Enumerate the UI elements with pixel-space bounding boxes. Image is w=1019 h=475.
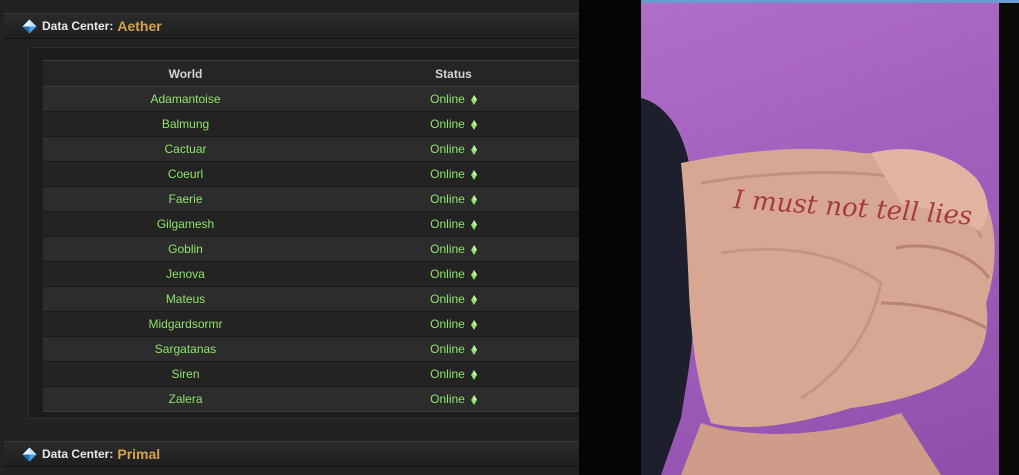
world-status: Online — [328, 86, 579, 112]
world-status: Online — [328, 161, 579, 187]
status-badge: Online — [430, 242, 477, 256]
status-badge: Online — [430, 192, 477, 206]
status-badge: Online — [430, 167, 477, 181]
table-row: Coeurl Online — [43, 161, 579, 187]
status-badge: Online — [430, 317, 477, 331]
status-text: Online — [430, 392, 465, 406]
status-badge: Online — [430, 292, 477, 306]
status-text: Online — [430, 192, 465, 206]
table-row: Cactuar Online — [43, 136, 579, 162]
green-diamond-icon — [470, 219, 477, 230]
table-row: Mateus Online — [43, 286, 579, 312]
table-row: Siren Online — [43, 361, 579, 387]
status-text: Online — [430, 92, 465, 106]
green-diamond-icon — [470, 319, 477, 330]
data-center-label: Data Center: — [42, 19, 114, 33]
world-status: Online — [328, 386, 579, 412]
column-header-world: World — [43, 60, 328, 87]
data-center-name: Primal — [117, 446, 161, 462]
status-badge: Online — [430, 217, 477, 231]
status-text: Online — [430, 292, 465, 306]
table-row: Faerie Online — [43, 186, 579, 212]
world-status: Online — [328, 286, 579, 312]
blue-crystal-icon — [22, 447, 37, 462]
green-diamond-icon — [470, 244, 477, 255]
table-row: Zalera Online — [43, 386, 579, 412]
world-status: Online — [328, 236, 579, 262]
green-diamond-icon — [470, 144, 477, 155]
table-row: Gilgamesh Online — [43, 211, 579, 237]
photo-panel: I must not tell lies — [579, 0, 1019, 475]
green-diamond-icon — [470, 344, 477, 355]
green-diamond-icon — [470, 119, 477, 130]
status-badge: Online — [430, 267, 477, 281]
world-status: Online — [328, 111, 579, 137]
table-row: Sargatanas Online — [43, 336, 579, 362]
world-name[interactable]: Goblin — [43, 236, 328, 262]
status-text: Online — [430, 317, 465, 331]
status-text: Online — [430, 267, 465, 281]
world-name[interactable]: Jenova — [43, 261, 328, 287]
blue-crystal-icon — [22, 19, 37, 34]
table-row: Goblin Online — [43, 236, 579, 262]
green-diamond-icon — [470, 194, 477, 205]
green-diamond-icon — [470, 269, 477, 280]
green-diamond-icon — [470, 394, 477, 405]
green-diamond-icon — [470, 169, 477, 180]
server-status-panel: Data Center: Aether World Status Adamant… — [0, 0, 579, 475]
hand-photo: I must not tell lies — [641, 3, 999, 475]
world-status: Online — [328, 311, 579, 337]
data-center-label: Data Center: — [42, 447, 114, 461]
table-row: Adamantoise Online — [43, 86, 579, 112]
world-status: Online — [328, 361, 579, 387]
status-badge: Online — [430, 142, 477, 156]
world-status: Online — [328, 186, 579, 212]
photo-right-border — [999, 3, 1019, 475]
status-text: Online — [430, 242, 465, 256]
world-name[interactable]: Mateus — [43, 286, 328, 312]
table-row: Midgardsormr Online — [43, 311, 579, 337]
column-header-status: Status — [328, 60, 579, 87]
status-badge: Online — [430, 392, 477, 406]
status-text: Online — [430, 342, 465, 356]
status-badge: Online — [430, 342, 477, 356]
green-diamond-icon — [470, 369, 477, 380]
world-name[interactable]: Faerie — [43, 186, 328, 212]
table-header-row: World Status — [43, 60, 579, 87]
status-text: Online — [430, 167, 465, 181]
world-name[interactable]: Cactuar — [43, 136, 328, 162]
data-center-header-primal[interactable]: Data Center: Primal — [4, 441, 579, 467]
world-status-table: World Status Adamantoise Online Balmung Onl… — [43, 60, 579, 412]
world-name[interactable]: Coeurl — [43, 161, 328, 187]
status-text: Online — [430, 367, 465, 381]
table-row: Jenova Online — [43, 261, 579, 287]
green-diamond-icon — [470, 94, 477, 105]
world-name[interactable]: Sargatanas — [43, 336, 328, 362]
world-status: Online — [328, 261, 579, 287]
data-center-name: Aether — [117, 18, 162, 34]
world-status: Online — [328, 336, 579, 362]
world-name[interactable]: Zalera — [43, 386, 328, 412]
status-text: Online — [430, 217, 465, 231]
status-text: Online — [430, 142, 465, 156]
world-status: Online — [328, 211, 579, 237]
table-row: Balmung Online — [43, 111, 579, 137]
world-name[interactable]: Siren — [43, 361, 328, 387]
status-text: Online — [430, 117, 465, 131]
world-name[interactable]: Midgardsormr — [43, 311, 328, 337]
data-center-header-aether[interactable]: Data Center: Aether — [4, 13, 579, 39]
status-badge: Online — [430, 92, 477, 106]
world-name[interactable]: Balmung — [43, 111, 328, 137]
world-name[interactable]: Adamantoise — [43, 86, 328, 112]
green-diamond-icon — [470, 294, 477, 305]
status-badge: Online — [430, 367, 477, 381]
world-status: Online — [328, 136, 579, 162]
status-badge: Online — [430, 117, 477, 131]
world-name[interactable]: Gilgamesh — [43, 211, 328, 237]
